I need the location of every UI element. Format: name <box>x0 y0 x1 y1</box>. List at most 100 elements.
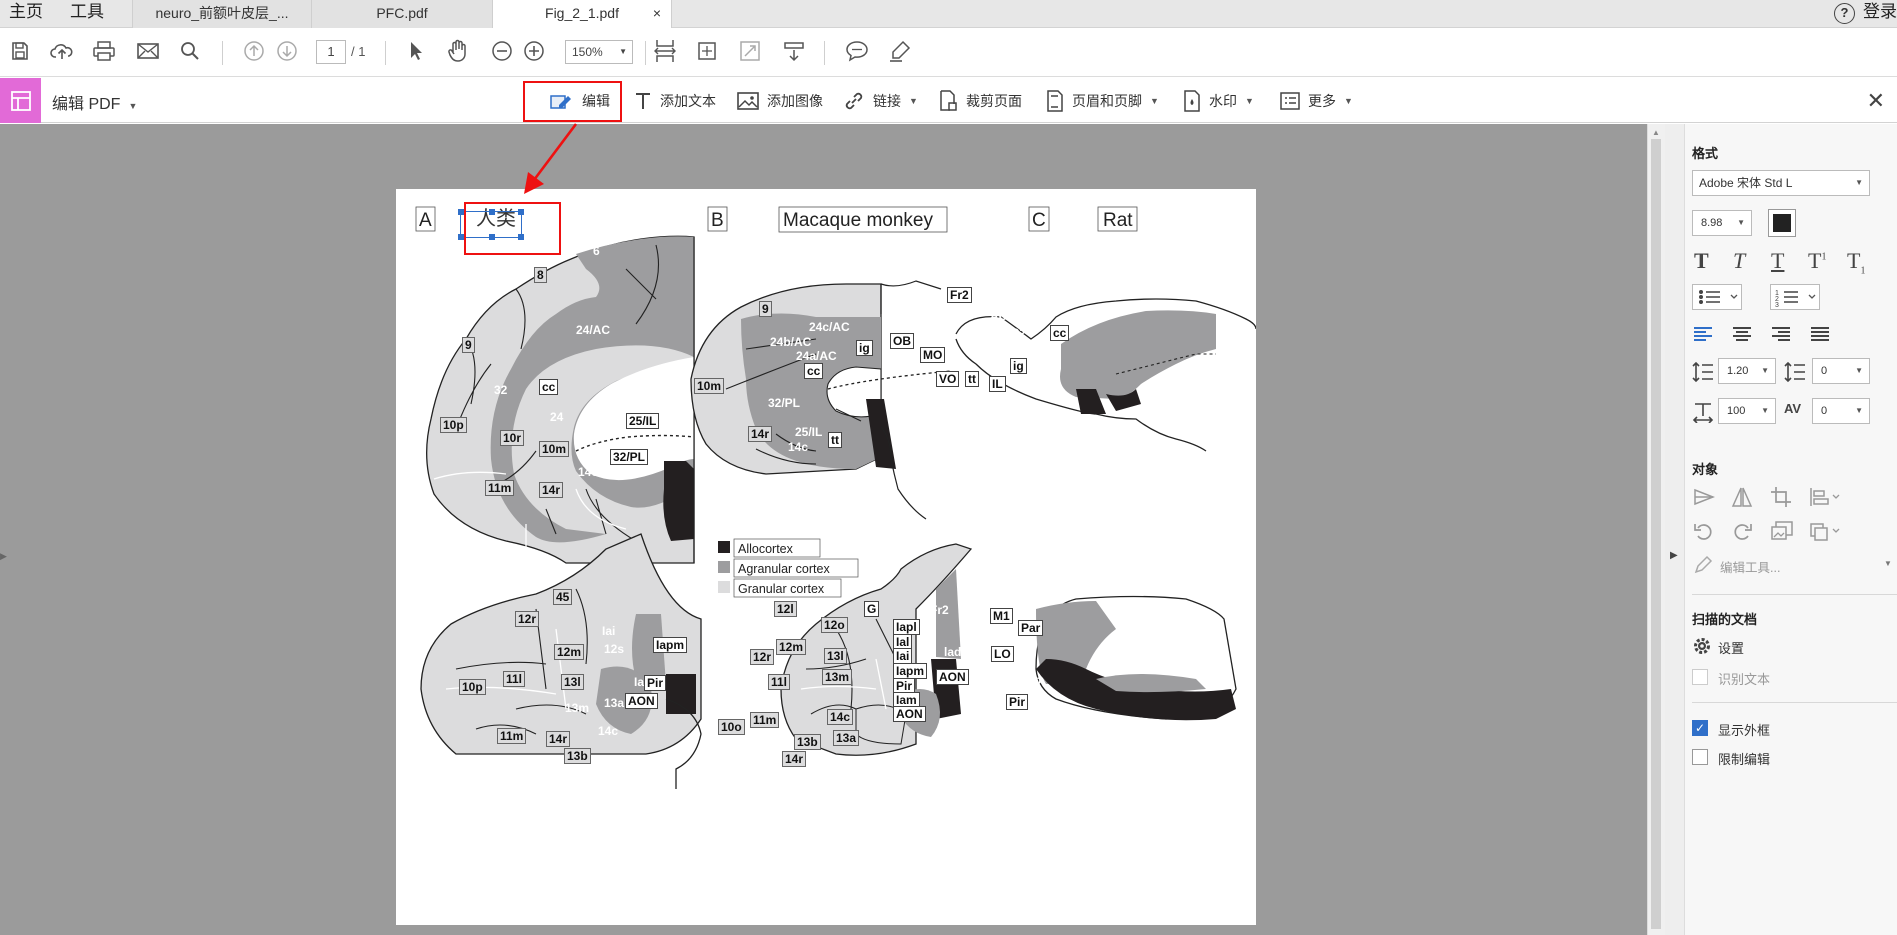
region-label: Iapm <box>653 637 688 653</box>
show-bounding-box-checkbox[interactable]: ✓ <box>1692 720 1708 736</box>
crop-page-button[interactable]: 裁剪页面 <box>938 88 1022 114</box>
chevron-down-icon: ▼ <box>1761 366 1769 375</box>
horizontal-scale-select[interactable]: 100 ▼ <box>1718 398 1776 424</box>
region-label: 11m <box>485 480 515 496</box>
help-icon[interactable]: ? <box>1834 3 1855 24</box>
justify-icon[interactable] <box>1810 326 1830 342</box>
save-icon[interactable] <box>8 39 32 63</box>
rotate-left-icon[interactable] <box>1693 520 1715 542</box>
line-spacing-select[interactable]: 1.20 ▼ <box>1718 358 1776 384</box>
login-link[interactable]: 登录 <box>1863 0 1897 24</box>
align-left-icon[interactable] <box>1693 326 1713 342</box>
horizontal-scale-icon <box>1692 403 1714 423</box>
paragraph-spacing-select[interactable]: 0 ▼ <box>1812 358 1870 384</box>
print-icon[interactable] <box>92 39 116 63</box>
paragraph-spacing-icon <box>1784 361 1805 383</box>
replace-image-icon[interactable] <box>1770 520 1794 542</box>
header-footer-button[interactable]: 页眉和页脚 ▼ <box>1046 88 1159 114</box>
fit-page-icon[interactable] <box>695 39 719 63</box>
region-label: 14r <box>782 751 807 767</box>
restrict-editing-checkbox[interactable] <box>1692 749 1708 765</box>
chevron-down-icon: ▼ <box>619 47 627 56</box>
region-label: 13a <box>604 696 625 710</box>
tab-close-icon[interactable]: × <box>653 0 661 26</box>
align-objects-icon[interactable] <box>1809 486 1841 508</box>
zoom-select[interactable]: 150% ▼ <box>565 40 633 64</box>
align-right-icon[interactable] <box>1771 326 1791 342</box>
bold-text-icon[interactable]: T <box>1694 248 1709 274</box>
flip-horizontal-icon[interactable] <box>1731 486 1753 508</box>
region-label: AC2 <box>1002 326 1027 340</box>
tab-pfc[interactable]: PFC.pdf <box>311 0 493 28</box>
highlight-box-title <box>464 202 561 255</box>
region-label: tt <box>965 371 979 387</box>
numbered-list-select[interactable]: 123 <box>1770 284 1820 310</box>
crop-icon[interactable] <box>1770 486 1792 508</box>
menu-home[interactable]: 主页 <box>9 0 43 26</box>
full-screen-icon[interactable] <box>738 39 762 63</box>
left-panel-toggle-icon[interactable]: ▶ <box>0 551 7 562</box>
header-footer-icon <box>1047 90 1063 112</box>
bullet-list-select[interactable] <box>1692 284 1742 310</box>
upload-cloud-icon[interactable] <box>50 39 74 63</box>
rotate-right-icon[interactable] <box>1731 520 1753 542</box>
character-spacing-select[interactable]: 0 ▼ <box>1812 398 1870 424</box>
add-text-button[interactable]: 添加文本 <box>634 88 716 114</box>
more-button[interactable]: 更多 ▼ <box>1280 88 1353 114</box>
region-label: AON <box>625 693 658 709</box>
tab-neuro[interactable]: neuro_前额叶皮层_... <box>132 0 312 28</box>
watermark-button[interactable]: 水印 ▼ <box>1183 88 1254 114</box>
settings-button[interactable]: 设置 <box>1718 638 1744 657</box>
subscript-icon[interactable]: T1 <box>1847 248 1865 276</box>
superscript-icon[interactable]: T1 <box>1808 248 1826 274</box>
annotation-arrow <box>524 123 578 194</box>
region-label: 10m <box>539 441 570 457</box>
region-label: 24a/AC <box>796 349 837 363</box>
font-size-select[interactable]: 8.98 ▼ <box>1692 210 1752 236</box>
tab-label: Fig_2_1.pdf <box>545 5 619 21</box>
menu-tools[interactable]: 工具 <box>70 0 104 26</box>
flip-vertical-icon[interactable] <box>1693 486 1715 508</box>
page-number-input[interactable]: 1 <box>316 40 346 64</box>
edit-tools-menu[interactable]: 编辑工具... <box>1720 557 1780 576</box>
scroll-thumb[interactable] <box>1651 139 1661 929</box>
underline-text-icon[interactable]: T <box>1771 248 1784 274</box>
next-page-icon[interactable] <box>275 39 299 63</box>
add-image-button[interactable]: 添加图像 <box>737 88 823 114</box>
close-edit-icon[interactable]: ✕ <box>1867 88 1885 114</box>
text-color-button[interactable] <box>1768 209 1796 237</box>
add-image-icon <box>737 92 759 110</box>
highlight-pen-icon[interactable] <box>888 39 912 63</box>
region-label: 9 <box>759 301 772 317</box>
email-icon[interactable] <box>136 39 160 63</box>
vertical-scrollbar[interactable]: ▲ <box>1647 124 1665 935</box>
select-cursor-icon[interactable] <box>404 39 428 63</box>
bullet-list-icon <box>1699 290 1738 304</box>
link-button[interactable]: 链接 ▼ <box>843 88 918 114</box>
prev-page-icon[interactable] <box>242 39 266 63</box>
arrange-objects-icon[interactable] <box>1809 520 1841 542</box>
edit-pdf-menu[interactable]: 编辑 PDF ▼ <box>52 90 137 114</box>
chevron-right-icon: ▶ <box>1670 550 1678 561</box>
region-label: 14c <box>788 440 809 454</box>
edit-pdf-tool-icon[interactable] <box>0 78 41 123</box>
fit-width-icon[interactable] <box>653 39 677 63</box>
recognize-text-checkbox[interactable] <box>1692 669 1708 685</box>
panel-collapse-handle[interactable]: ▶ <box>1665 124 1685 935</box>
region-label: 12m <box>776 639 807 655</box>
search-icon[interactable] <box>178 39 202 63</box>
scroll-mode-icon[interactable] <box>782 39 806 63</box>
zoom-out-icon[interactable] <box>490 39 514 63</box>
comment-icon[interactable] <box>845 39 869 63</box>
gear-icon[interactable] <box>1692 636 1712 656</box>
region-label: 13b <box>794 734 821 750</box>
zoom-in-icon[interactable] <box>522 39 546 63</box>
hand-tool-icon[interactable] <box>446 39 470 63</box>
font-family-select[interactable]: Adobe 宋体 Std L ▼ <box>1692 170 1870 196</box>
align-center-icon[interactable] <box>1732 326 1752 342</box>
italic-text-icon[interactable]: T <box>1733 248 1745 274</box>
chevron-down-icon: ▼ <box>1855 406 1863 415</box>
header-footer-label: 页眉和页脚 <box>1072 93 1142 109</box>
scroll-up-icon[interactable]: ▲ <box>1652 128 1660 137</box>
tab-fig-2-1[interactable]: Fig_2_1.pdf × <box>492 0 672 28</box>
